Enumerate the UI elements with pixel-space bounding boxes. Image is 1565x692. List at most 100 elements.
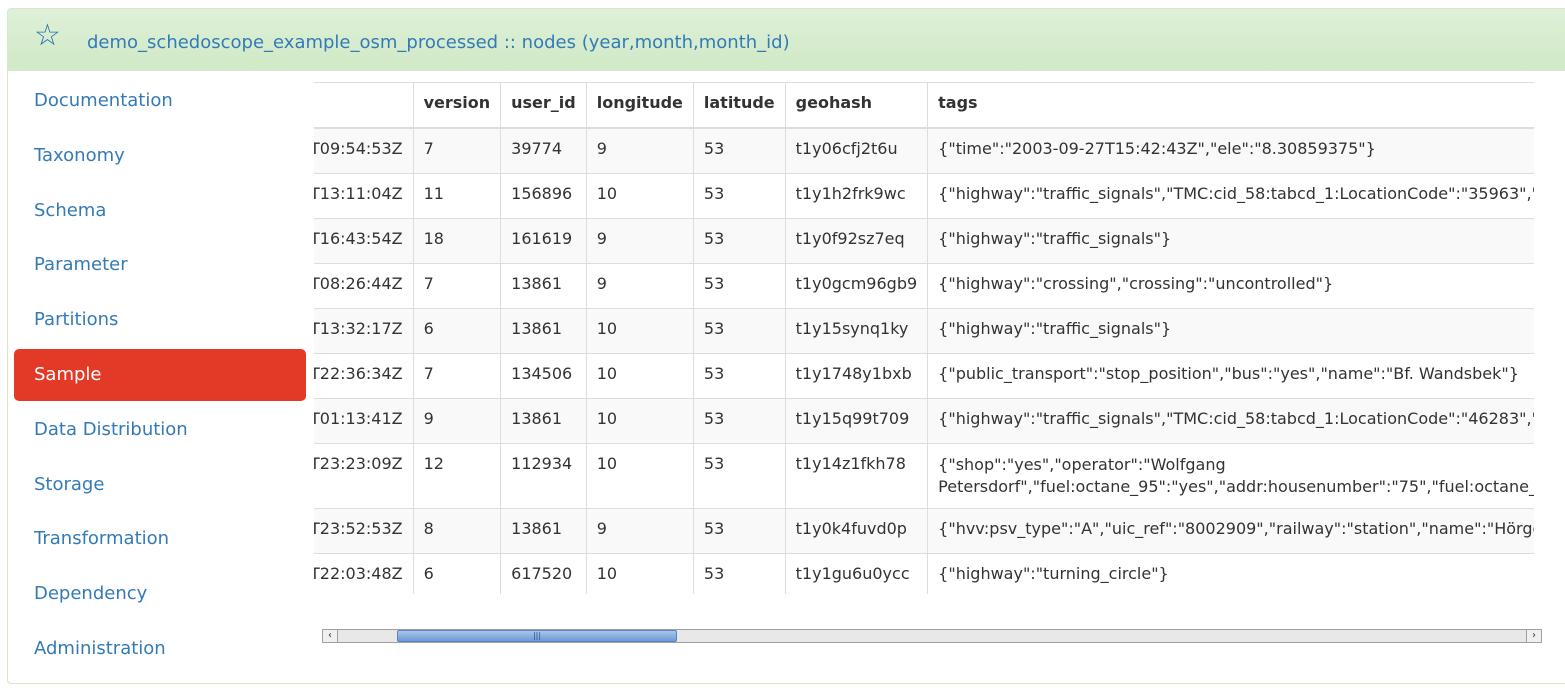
cell-longitude: 9	[585, 127, 694, 174]
column-header-version[interactable]: version	[412, 82, 502, 129]
cell-created-at: 2003-09-27T09:54:53Z	[314, 127, 414, 174]
table-body: 2003-09-27T09:54:53Z739774953t1y06cfj2t6…	[314, 127, 1534, 594]
cell-tags: {"public_transport":"stop_position","bus…	[927, 353, 1534, 399]
nav-item-administration[interactable]: Administration	[14, 623, 306, 675]
cell-longitude: 10	[585, 443, 694, 509]
scrollbar-thumb[interactable]: |||	[397, 630, 677, 642]
cell-version: 8	[412, 508, 502, 554]
cell-geohash: t1y0gcm96gb9	[784, 263, 929, 309]
nav-item-data-distribution[interactable]: Data Distribution	[14, 404, 306, 456]
cell-longitude: 10	[585, 173, 694, 219]
nav-item-dependency[interactable]: Dependency	[14, 568, 306, 620]
table-row: 2011-06-14T23:52:53Z813861953t1y0k4fuvd0…	[314, 508, 1534, 554]
scroll-right-icon[interactable]: ›	[1526, 630, 1541, 642]
page-title: demo_schedoscope_example_osm_processed :…	[87, 32, 790, 53]
cell-latitude: 53	[692, 553, 786, 594]
cell-geohash: t1y0f92sz7eq	[784, 218, 929, 264]
table-row: 2009-03-08T08:26:44Z713861953t1y0gcm96gb…	[314, 263, 1534, 309]
table-header-row: created_at version user_id longitude lat…	[314, 82, 1534, 129]
nav-item-schema[interactable]: Schema	[14, 185, 306, 237]
cell-user-id: 161619	[500, 218, 587, 264]
cell-version: 18	[412, 218, 502, 264]
cell-latitude: 53	[692, 218, 786, 264]
cell-geohash: t1y14z1fkh78	[784, 443, 929, 509]
table-row: 2012-11-06T16:43:54Z18161619953t1y0f92sz…	[314, 218, 1534, 264]
cell-tags: {"highway":"turning_circle"}	[927, 553, 1534, 594]
cell-tags: {"hvv:psv_type":"A","uic_ref":"8002909",…	[927, 508, 1534, 554]
cell-user-id: 13861	[500, 263, 587, 309]
cell-tags: {"highway":"crossing","crossing":"uncont…	[927, 263, 1534, 309]
nav-item-taxonomy[interactable]: Taxonomy	[14, 130, 306, 182]
table-row: 2009-10-02T13:32:17Z6138611053t1y15synq1…	[314, 308, 1534, 354]
cell-longitude: 9	[585, 508, 694, 554]
nav-item-partitions[interactable]: Partitions	[14, 294, 306, 346]
cell-longitude: 9	[585, 218, 694, 264]
column-header-geohash[interactable]: geohash	[784, 82, 929, 129]
cell-latitude: 53	[692, 173, 786, 219]
nav-item-sample[interactable]: Sample	[14, 348, 306, 401]
nav-item-storage[interactable]: Storage	[14, 459, 306, 511]
table-row: 2012-05-21T22:03:48Z66175201053t1y1gu6u0…	[314, 553, 1534, 594]
table-row: 2014-01-12T23:23:09Z121129341053t1y14z1f…	[314, 443, 1534, 509]
cell-user-id: 13861	[500, 398, 587, 444]
cell-version: 11	[412, 173, 502, 219]
cell-version: 6	[412, 308, 502, 354]
column-header-user-id[interactable]: user_id	[500, 82, 587, 129]
column-header-created-at[interactable]: created_at	[314, 82, 414, 129]
cell-tags: {"time":"2003-09-27T15:42:43Z","ele":"8.…	[927, 127, 1534, 174]
cell-latitude: 53	[692, 263, 786, 309]
horizontal-scrollbar[interactable]: ‹ ||| ›	[322, 629, 1542, 643]
cell-created-at: 2013-07-16T13:11:04Z	[314, 173, 414, 219]
cell-created-at: 2012-11-06T16:43:54Z	[314, 218, 414, 264]
table-row: 2010-12-30T01:13:41Z9138611053t1y15q99t7…	[314, 398, 1534, 444]
cell-version: 9	[412, 398, 502, 444]
sample-table-viewport: created_at version user_id longitude lat…	[314, 82, 1534, 594]
cell-version: 7	[412, 353, 502, 399]
nav-item-parameter[interactable]: Parameter	[14, 239, 306, 291]
cell-latitude: 53	[692, 398, 786, 444]
cell-tags: {"highway":"traffic_signals","TMC:cid_58…	[927, 398, 1534, 444]
cell-version: 6	[412, 553, 502, 594]
cell-longitude: 10	[585, 353, 694, 399]
cell-user-id: 39774	[500, 127, 587, 174]
cell-geohash: t1y1h2frk9wc	[784, 173, 929, 219]
table-row: 2013-07-16T13:11:04Z111568961053t1y1h2fr…	[314, 173, 1534, 219]
cell-created-at: 2014-01-12T23:23:09Z	[314, 443, 414, 509]
cell-user-id: 156896	[500, 173, 587, 219]
column-header-longitude[interactable]: longitude	[585, 82, 694, 129]
cell-longitude: 10	[585, 398, 694, 444]
cell-longitude: 10	[585, 553, 694, 594]
cell-latitude: 53	[692, 353, 786, 399]
sample-table: created_at version user_id longitude lat…	[314, 82, 1534, 594]
cell-user-id: 617520	[500, 553, 587, 594]
cell-user-id: 13861	[500, 308, 587, 354]
scroll-left-icon[interactable]: ‹	[323, 630, 338, 642]
cell-longitude: 9	[585, 263, 694, 309]
cell-geohash: t1y1748y1bxb	[784, 353, 929, 399]
table-row: 2003-09-27T09:54:53Z739774953t1y06cfj2t6…	[314, 127, 1534, 174]
cell-latitude: 53	[692, 127, 786, 174]
cell-created-at: 2012-05-21T22:03:48Z	[314, 553, 414, 594]
cell-created-at: 2010-12-30T01:13:41Z	[314, 398, 414, 444]
cell-latitude: 53	[692, 308, 786, 354]
nav-item-transformation[interactable]: Transformation	[14, 513, 306, 565]
cell-created-at: 2013-02-25T22:36:34Z	[314, 353, 414, 399]
cell-tags: {"shop":"yes","operator":"Wolfgang Peter…	[927, 443, 1534, 509]
cell-created-at: 2009-10-02T13:32:17Z	[314, 308, 414, 354]
sidebar-nav: Documentation Taxonomy Schema Parameter …	[14, 75, 306, 678]
column-header-tags[interactable]: tags	[927, 82, 1534, 129]
table-row: 2013-02-25T22:36:34Z71345061053t1y1748y1…	[314, 353, 1534, 399]
column-header-latitude[interactable]: latitude	[692, 82, 786, 129]
cell-version: 7	[412, 127, 502, 174]
cell-latitude: 53	[692, 508, 786, 554]
cell-tags: {"highway":"traffic_signals"}	[927, 218, 1534, 264]
cell-geohash: t1y15q99t709	[784, 398, 929, 444]
cell-geohash: t1y06cfj2t6u	[784, 127, 929, 174]
cell-user-id: 134506	[500, 353, 587, 399]
cell-version: 12	[412, 443, 502, 509]
cell-latitude: 53	[692, 443, 786, 509]
cell-created-at: 2009-03-08T08:26:44Z	[314, 263, 414, 309]
nav-item-documentation[interactable]: Documentation	[14, 75, 306, 127]
star-outline-icon[interactable]: ☆	[34, 19, 61, 53]
cell-geohash: t1y0k4fuvd0p	[784, 508, 929, 554]
